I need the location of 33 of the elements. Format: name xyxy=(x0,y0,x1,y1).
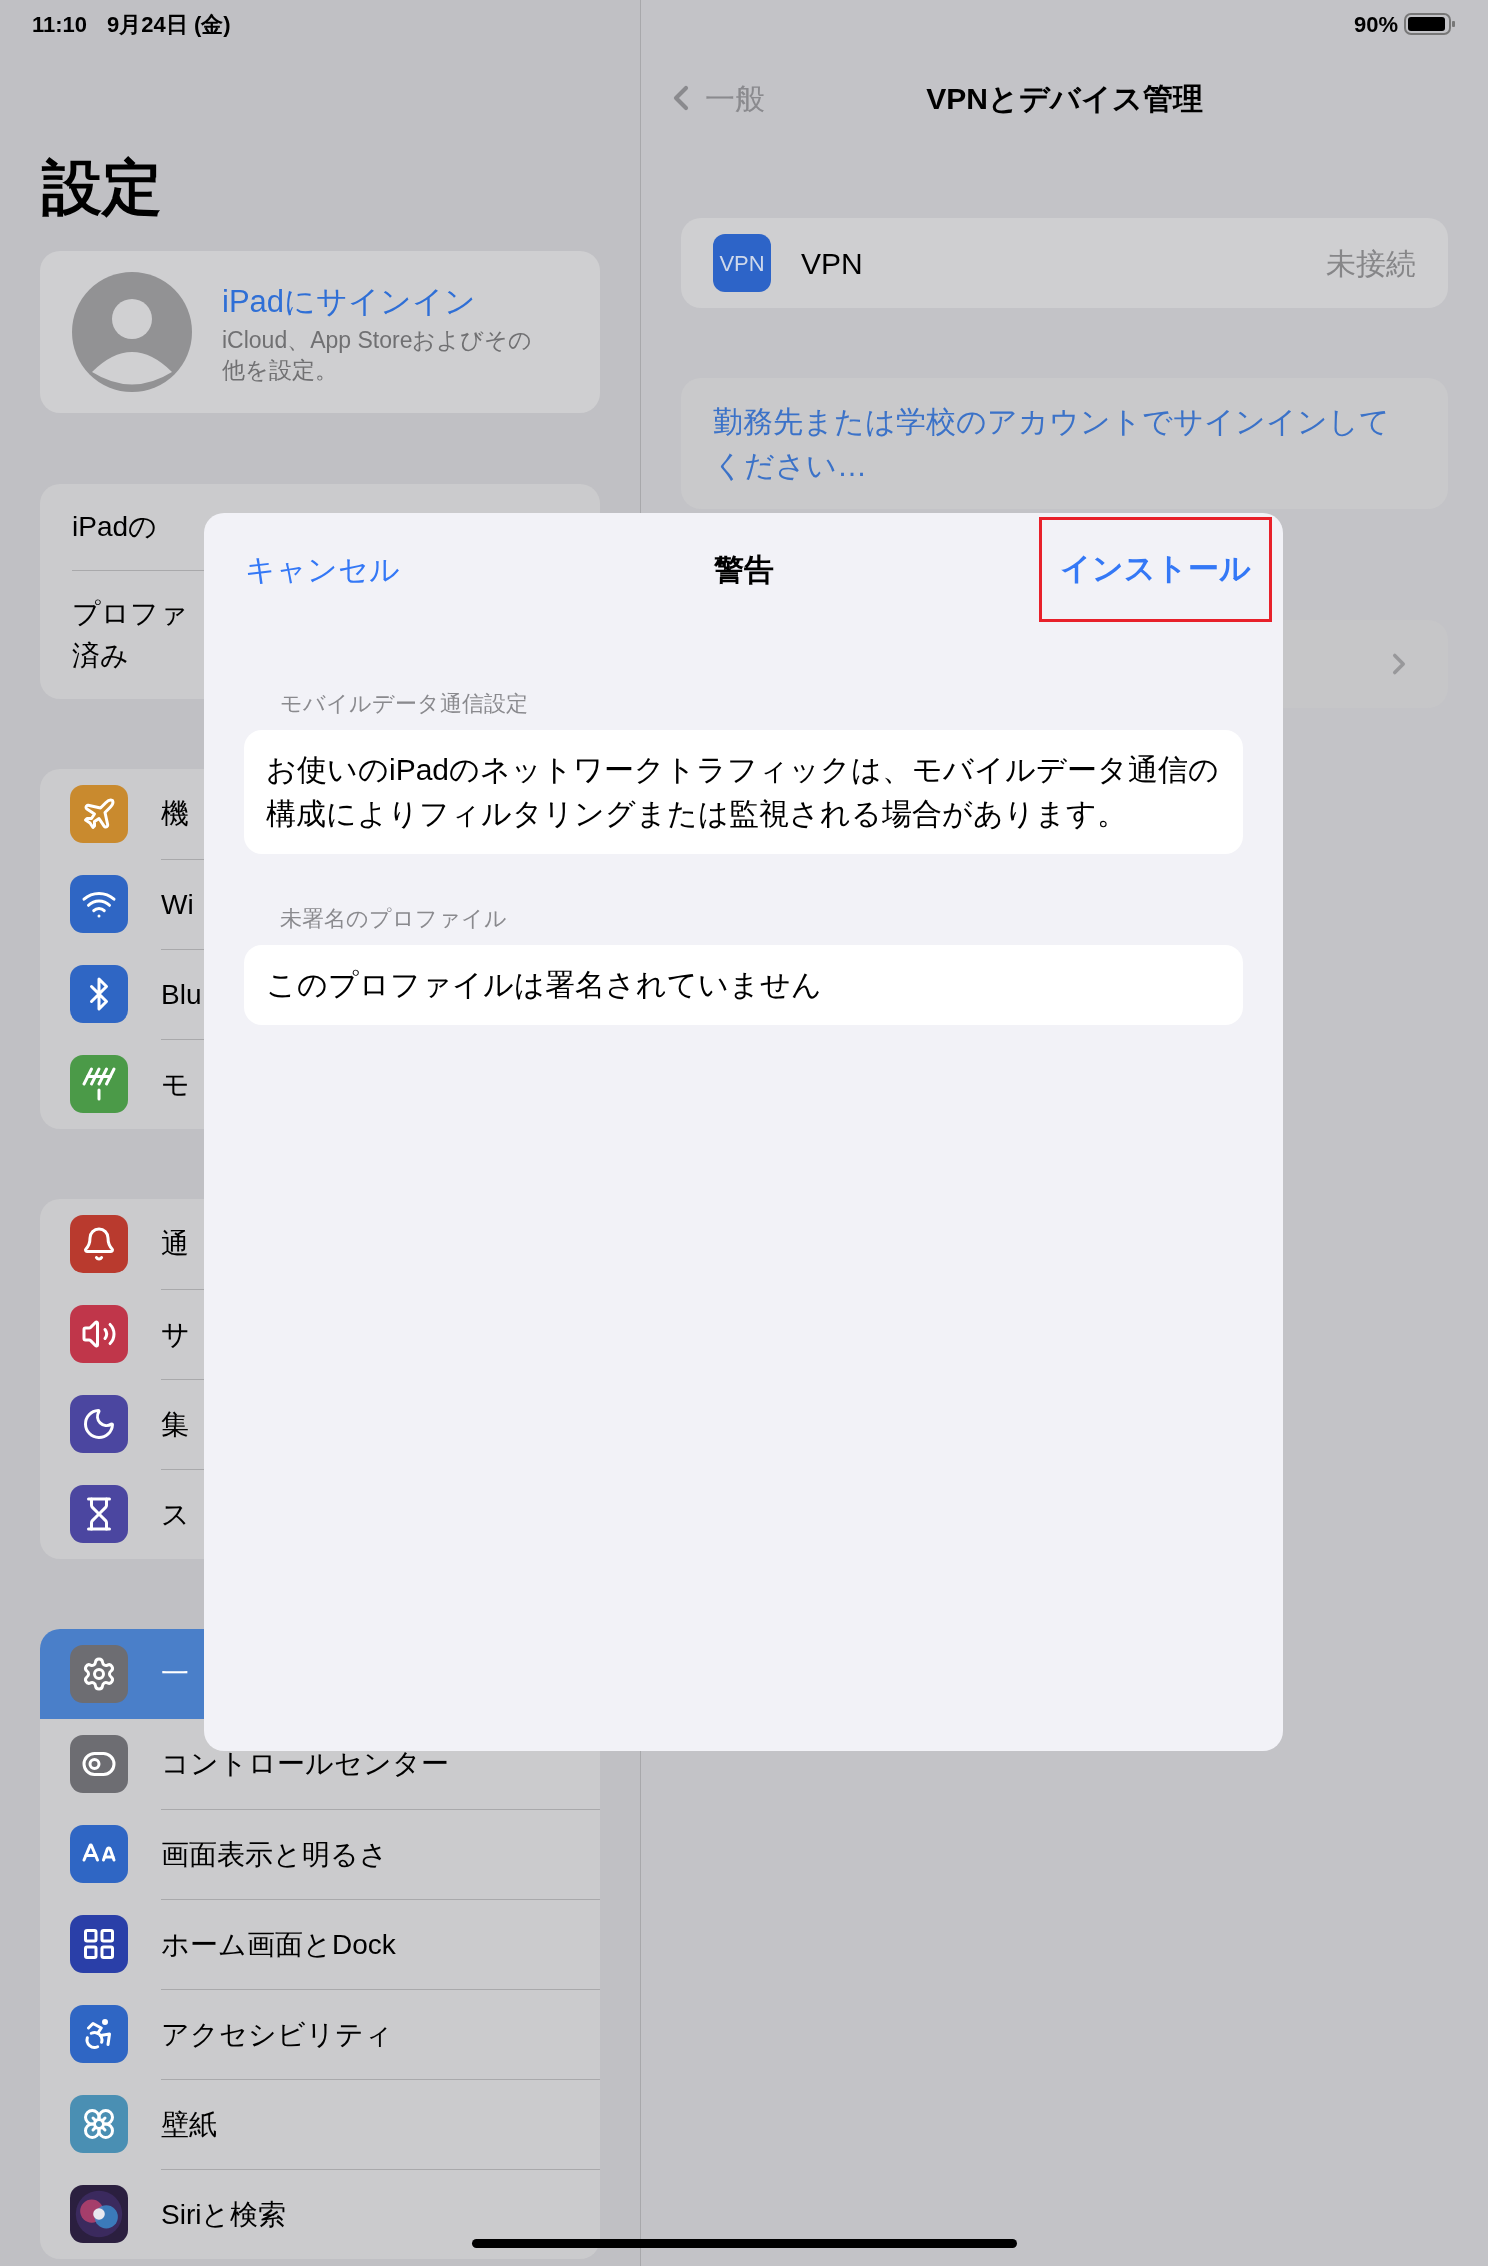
row-label: 済み xyxy=(72,639,129,673)
vpn-label: VPN xyxy=(801,245,864,282)
row-label: コントロールセンター xyxy=(161,1747,449,1781)
vpn-status: 未接続 xyxy=(1326,245,1416,282)
page-title: VPNとデバイス管理 xyxy=(926,80,1203,117)
row-label: Blu xyxy=(161,977,202,1012)
row-label: ス xyxy=(161,1497,190,1532)
status-time: 11:10 xyxy=(32,10,88,39)
row-label: アクセシビリティ xyxy=(161,2017,393,2052)
row-label: ホーム画面とDock xyxy=(161,1927,396,1962)
row-label: Siriと検索 xyxy=(161,2197,287,2232)
status-date: 9月24日 (金) xyxy=(107,10,231,39)
message-text: このプロファイルは署名されていません xyxy=(266,968,822,1001)
row-label: 画面表示と明るさ xyxy=(161,1837,388,1872)
row-label: 集 xyxy=(161,1407,189,1442)
section-header: 未署名のプロファイル xyxy=(279,905,508,933)
row-label: iPadの xyxy=(72,510,158,544)
row-label: 通 xyxy=(161,1227,189,1261)
row-label: 機 xyxy=(161,797,189,831)
row-label: 壁紙 xyxy=(161,2107,217,2142)
row-label: Wi xyxy=(161,887,194,922)
row-label: サ xyxy=(161,1317,190,1352)
sheet-title: 警告 xyxy=(713,552,774,588)
row-label: プロファ xyxy=(72,597,188,631)
section-header: モバイルデータ通信設定 xyxy=(279,690,529,718)
sidebar-title: 設定 xyxy=(40,153,163,223)
row-label: モ xyxy=(161,1067,190,1102)
account-subtitle: iCloud、App Storeおよびその他を設定。 xyxy=(222,326,534,386)
row-label: 一 xyxy=(161,1657,189,1691)
vpn-badge: VPN xyxy=(713,234,771,292)
battery-percent: 90% xyxy=(1353,10,1398,39)
message-text: お使いのiPadのネットワークトラフィックは、モバイルデータ通信の構成によりフィルタリングまたは監視される場合があります。 xyxy=(266,753,1220,830)
account-title: iPadにサインイン xyxy=(222,282,478,321)
